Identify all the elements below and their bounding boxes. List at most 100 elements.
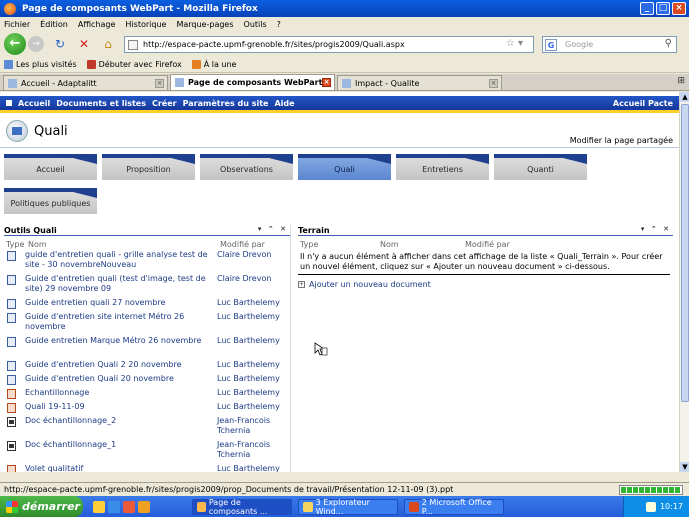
nav-button-observations[interactable]: Observations [200, 154, 293, 180]
modified-by-link[interactable]: Luc Barthelemy [217, 360, 287, 370]
quicklaunch-icon[interactable] [123, 500, 135, 513]
bookmark-a-la-une[interactable]: À la une [191, 60, 236, 69]
powerpoint-doc-icon[interactable] [7, 403, 16, 413]
nav-button-entretiens[interactable]: Entretiens [396, 154, 489, 180]
document-name-link[interactable]: Doc échantillonnage_2 [25, 416, 217, 426]
table-row[interactable]: Guide d'entretien Quali 2 20 novembre Luc… [4, 360, 290, 374]
tab-accueil-adaptalitt[interactable]: Accueil - Adaptalitt × [3, 75, 168, 90]
word-doc-icon[interactable] [7, 313, 16, 323]
menu-edition[interactable]: Édition [40, 20, 68, 29]
reload-icon[interactable]: ↻ [52, 36, 68, 52]
word-doc-icon[interactable] [7, 251, 16, 261]
document-name-link[interactable]: Guide d'entretien site internet Métro 26… [25, 312, 217, 332]
table-row[interactable]: Guide d'entretien quali (test d'image, t… [4, 274, 290, 298]
topnav-accueil[interactable]: Accueil [18, 99, 50, 108]
maximize-button[interactable]: □ [656, 2, 670, 15]
quicklaunch-icon[interactable] [108, 500, 120, 513]
scroll-down-icon[interactable]: ▼ [680, 462, 689, 472]
word-doc-icon[interactable] [7, 275, 16, 285]
topnav-parametres[interactable]: Paramètres du site [183, 99, 269, 108]
topnav-documents[interactable]: Documents et listes [56, 99, 146, 108]
nav-button-proposition[interactable]: Proposition [102, 154, 195, 180]
vertical-scrollbar[interactable]: ▲ ▼ [679, 92, 689, 472]
tab-impact-qualite[interactable]: Impact - Qualite × [337, 75, 502, 90]
modify-page-link[interactable]: Modifier la page partagée [570, 136, 673, 145]
modified-by-link[interactable]: Luc Barthelemy [217, 312, 287, 322]
forward-button[interactable]: → [28, 36, 44, 52]
tab-close-icon[interactable]: × [489, 79, 498, 88]
minimize-button[interactable]: _ [640, 2, 654, 15]
menu-marque-pages[interactable]: Marque-pages [176, 20, 233, 29]
document-name-link[interactable]: Quali 19-11-09 [25, 402, 217, 412]
col-modified-by[interactable]: Modifié par [220, 240, 265, 249]
webpart-menu-icon[interactable]: ▾ ⌃ ✕ [258, 225, 288, 233]
topnav-aide[interactable]: Aide [274, 99, 294, 108]
modified-by-link[interactable]: Luc Barthelemy [217, 464, 287, 472]
tab-close-icon[interactable]: × [155, 79, 164, 88]
nav-button-quanti[interactable]: Quanti [494, 154, 587, 180]
menu-outils[interactable]: Outils [244, 20, 267, 29]
webpart-menu-icon[interactable]: ▾ ⌃ ✕ [641, 225, 671, 233]
table-row[interactable]: Guide entretien Marque Métro 26 novembre… [4, 336, 290, 360]
task-office[interactable]: 2 Microsoft Office P... [404, 498, 504, 516]
powerpoint-doc-icon[interactable] [7, 465, 16, 472]
col-type[interactable]: Type [4, 240, 28, 249]
table-row[interactable]: Guide d'entretien Quali 20 novembre Luc B… [4, 374, 290, 388]
generic-doc-icon[interactable] [7, 441, 16, 451]
bookmark-plus-visites[interactable]: Les plus visités [4, 60, 77, 69]
word-doc-icon[interactable] [7, 299, 16, 309]
stop-icon[interactable]: ✕ [76, 36, 92, 52]
scroll-thumb[interactable] [681, 104, 689, 402]
add-document-link[interactable]: + Ajouter un nouveau document [298, 280, 673, 289]
back-button[interactable]: ← [4, 33, 26, 55]
document-name-link[interactable]: Guide d'entretien quali (test d'image, t… [25, 274, 217, 294]
document-name-link[interactable]: Guide d'entretien Quali 20 novembre [25, 374, 217, 384]
tray-icon[interactable] [645, 501, 656, 512]
nav-button-politiques[interactable]: Politiques publiques [4, 188, 97, 214]
table-row[interactable]: Echantillonnage Luc Barthelemy [4, 388, 290, 402]
table-row[interactable]: Doc échantillonnage_1 Jean-Francois Tcher… [4, 440, 290, 464]
document-name-link[interactable]: Volet qualitatif [25, 464, 217, 472]
nav-button-accueil[interactable]: Accueil [4, 154, 97, 180]
topnav-creer[interactable]: Créer [152, 99, 177, 108]
modified-by-link[interactable]: Claire Drevon [217, 274, 287, 284]
task-explorateur[interactable]: 3 Explorateur Wind... [298, 498, 398, 516]
scroll-up-icon[interactable]: ▲ [680, 92, 689, 102]
menu-historique[interactable]: Historique [125, 20, 166, 29]
url-bar[interactable]: http://espace-pacte.upmf-grenoble.fr/sit… [124, 35, 534, 53]
document-name-link[interactable]: Echantillonnage [25, 388, 217, 398]
document-name-link[interactable]: Doc échantillonnage_1 [25, 440, 217, 450]
col-name[interactable]: Nom [28, 240, 220, 249]
document-name-link[interactable]: Guide entretien Marque Métro 26 novembre [25, 336, 217, 346]
tab-page-composants[interactable]: Page de composants WebPart × [170, 74, 335, 90]
document-name-link[interactable]: Guide entretien quali 27 novembre [25, 298, 217, 308]
word-doc-icon[interactable] [7, 361, 16, 371]
nav-button-quali[interactable]: Quali [298, 154, 391, 180]
powerpoint-doc-icon[interactable] [7, 389, 16, 399]
table-row[interactable]: Guide d'entretien site internet Métro 26… [4, 312, 290, 336]
google-icon[interactable]: G [545, 38, 557, 51]
modified-by-link[interactable]: Jean-Francois Tchernia [217, 440, 287, 460]
document-name-link[interactable]: guide d'entretien quali - grille analyse… [25, 250, 217, 270]
quicklaunch-icon[interactable] [138, 500, 150, 513]
tab-close-icon[interactable]: × [322, 78, 331, 87]
table-row[interactable]: Volet qualitatif Luc Barthelemy [4, 464, 290, 472]
modified-by-link[interactable]: Jean-Francois Tchernia [217, 416, 287, 436]
webpart-title[interactable]: Outils Quali [4, 226, 57, 235]
home-icon[interactable]: ⌂ [100, 36, 116, 52]
menu-aide[interactable]: ? [277, 20, 281, 29]
modified-by-link[interactable]: Luc Barthelemy [217, 402, 287, 412]
modified-by-link[interactable]: Claire Drevon [217, 250, 287, 260]
close-button[interactable]: × [672, 2, 686, 15]
table-row[interactable]: guide d'entretien quali - grille analyse… [4, 250, 290, 274]
quicklaunch-icon[interactable] [93, 500, 105, 513]
word-doc-icon[interactable] [7, 337, 16, 347]
start-button[interactable]: démarrer [0, 496, 83, 517]
table-row[interactable]: Doc échantillonnage_2 Jean-Francois Tcher… [4, 416, 290, 440]
modified-by-link[interactable]: Luc Barthelemy [217, 336, 287, 346]
bookmark-star-icon[interactable]: ☆ ▾ [506, 38, 523, 49]
generic-doc-icon[interactable] [7, 417, 16, 427]
menu-fichier[interactable]: Fichier [4, 20, 30, 29]
task-firefox[interactable]: Page de composants ... [192, 498, 292, 516]
webpart-title[interactable]: Terrain [298, 226, 330, 235]
